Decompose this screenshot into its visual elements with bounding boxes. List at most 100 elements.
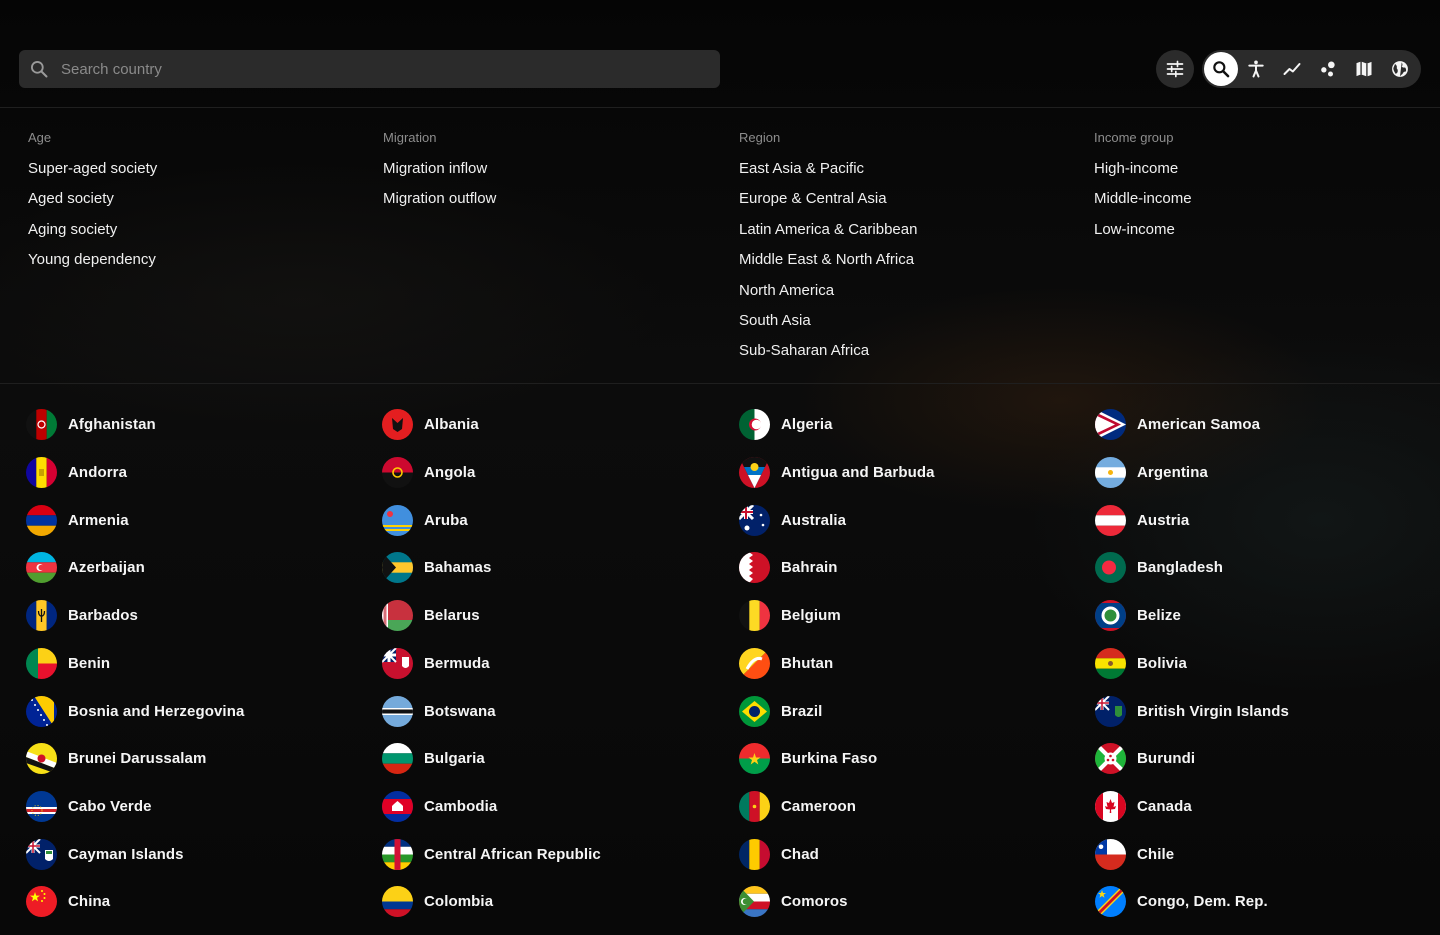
- country-item[interactable]: Aruba: [382, 496, 468, 544]
- flag-botswana-icon: [382, 695, 413, 727]
- map-icon[interactable]: [1346, 51, 1382, 87]
- country-item[interactable]: Argentina: [1095, 449, 1208, 497]
- country-name: Bhutan: [781, 654, 834, 672]
- country-item[interactable]: Comoros: [739, 878, 848, 926]
- country-item[interactable]: Bolivia: [1095, 640, 1187, 688]
- filter-heading: Income group: [1094, 130, 1174, 145]
- country-item[interactable]: Bosnia and Herzegovina: [26, 687, 244, 735]
- country-name: Albania: [424, 416, 479, 434]
- country-item[interactable]: Bahrain: [739, 544, 838, 592]
- flag-belarus-icon: [382, 600, 413, 632]
- globe-icon[interactable]: [1382, 51, 1418, 87]
- country-name: China: [68, 893, 111, 911]
- country-name: Cabo Verde: [68, 797, 152, 815]
- country-item[interactable]: Bermuda: [382, 640, 490, 688]
- filter-item[interactable]: Super-aged society: [28, 154, 368, 184]
- country-item[interactable]: Bahamas: [382, 544, 491, 592]
- scatter-icon[interactable]: [1310, 51, 1346, 87]
- flag-benin-icon: [26, 647, 57, 679]
- country-item[interactable]: Belize: [1095, 592, 1181, 640]
- country-item[interactable]: Canada: [1095, 783, 1192, 831]
- filter-item[interactable]: Migration inflow: [383, 154, 723, 184]
- country-item[interactable]: Cameroon: [739, 783, 856, 831]
- flag-bulgaria-icon: [382, 743, 413, 775]
- trend-icon[interactable]: [1274, 51, 1310, 87]
- country-item[interactable]: Cayman Islands: [26, 830, 184, 878]
- country-name: Antigua and Barbuda: [781, 464, 935, 482]
- country-name: Cambodia: [424, 797, 498, 815]
- flag-british-virgin-islands-icon: [1095, 695, 1126, 727]
- filter-item[interactable]: North America: [739, 276, 1079, 306]
- country-row: Benin Bermuda Bhutan Bolivia: [0, 640, 1440, 688]
- country-item[interactable]: Congo, Dem. Rep.: [1095, 878, 1268, 926]
- country-item[interactable]: Burundi: [1095, 735, 1195, 783]
- country-item[interactable]: Azerbaijan: [26, 544, 145, 592]
- country-item[interactable]: Austria: [1095, 496, 1189, 544]
- country-name: Brazil: [781, 702, 823, 720]
- flag-antigua-and-barbuda-icon: [739, 457, 770, 489]
- flag-armenia-icon: [26, 504, 57, 536]
- filter-item[interactable]: Middle-income: [1094, 184, 1434, 214]
- filter-item[interactable]: East Asia & Pacific: [739, 154, 1079, 184]
- search-icon[interactable]: [1204, 52, 1238, 86]
- country-item[interactable]: Chile: [1095, 830, 1174, 878]
- country-row: China Colombia Comoros Congo, Dem. Rep.: [0, 878, 1440, 926]
- country-item[interactable]: Belgium: [739, 592, 841, 640]
- flag-bhutan-icon: [739, 647, 770, 679]
- country-item[interactable]: China: [26, 878, 110, 926]
- country-item[interactable]: Barbados: [26, 592, 138, 640]
- country-item[interactable]: Central African Republic: [382, 830, 601, 878]
- country-item[interactable]: Bhutan: [739, 640, 833, 688]
- country-item[interactable]: Afghanistan: [26, 401, 156, 449]
- filter-item[interactable]: Sub-Saharan Africa: [739, 336, 1079, 366]
- flag-cabo-verde-icon: [26, 790, 57, 822]
- search-input[interactable]: [59, 59, 720, 79]
- filter-item[interactable]: Latin America & Caribbean: [739, 215, 1079, 245]
- country-item[interactable]: Chad: [739, 830, 819, 878]
- country-item[interactable]: Armenia: [26, 496, 129, 544]
- filter-item[interactable]: South Asia: [739, 306, 1079, 336]
- country-name: Andorra: [68, 464, 128, 482]
- country-item[interactable]: Algeria: [739, 401, 833, 449]
- country-item[interactable]: Albania: [382, 401, 479, 449]
- filter-item[interactable]: High-income: [1094, 154, 1434, 184]
- filter-item[interactable]: Aging society: [28, 215, 368, 245]
- country-item[interactable]: Burkina Faso: [739, 735, 877, 783]
- country-item[interactable]: Benin: [26, 640, 110, 688]
- country-item[interactable]: American Samoa: [1095, 401, 1260, 449]
- country-row: Cabo Verde Cambodia Cameroon Canada: [0, 783, 1440, 831]
- country-name: Cameroon: [781, 797, 856, 815]
- country-item[interactable]: Colombia: [382, 878, 493, 926]
- country-item[interactable]: Andorra: [26, 449, 127, 497]
- country-item[interactable]: Cambodia: [382, 783, 497, 831]
- country-item[interactable]: Bangladesh: [1095, 544, 1223, 592]
- country-name: Bulgaria: [424, 750, 485, 768]
- country-item[interactable]: Brazil: [739, 687, 822, 735]
- filter-item[interactable]: Middle East & North Africa: [739, 245, 1079, 275]
- filter-item[interactable]: Low-income: [1094, 215, 1434, 245]
- country-item[interactable]: Cabo Verde: [26, 783, 152, 831]
- filter-item[interactable]: Young dependency: [28, 245, 368, 275]
- filter-item[interactable]: Europe & Central Asia: [739, 184, 1079, 214]
- country-item[interactable]: Bulgaria: [382, 735, 485, 783]
- flag-comoros-icon: [739, 886, 770, 918]
- country-item[interactable]: Brunei Darussalam: [26, 735, 206, 783]
- flag-american-samoa-icon: [1095, 409, 1126, 441]
- country-item[interactable]: Belarus: [382, 592, 480, 640]
- country-name: Aruba: [424, 511, 468, 529]
- country-name: British Virgin Islands: [1137, 702, 1289, 720]
- accessibility-icon[interactable]: [1238, 51, 1274, 87]
- country-name: Bahrain: [781, 559, 838, 577]
- country-item[interactable]: Australia: [739, 496, 846, 544]
- flag-argentina-icon: [1095, 457, 1126, 489]
- search-bar[interactable]: [19, 50, 720, 88]
- country-item[interactable]: Angola: [382, 449, 475, 497]
- sliders-icon[interactable]: [1157, 51, 1193, 87]
- country-item[interactable]: British Virgin Islands: [1095, 687, 1289, 735]
- flag-chad-icon: [739, 838, 770, 870]
- country-name: Belgium: [781, 607, 841, 625]
- country-item[interactable]: Antigua and Barbuda: [739, 449, 935, 497]
- filter-item[interactable]: Aged society: [28, 184, 368, 214]
- country-item[interactable]: Botswana: [382, 687, 496, 735]
- filter-item[interactable]: Migration outflow: [383, 184, 723, 214]
